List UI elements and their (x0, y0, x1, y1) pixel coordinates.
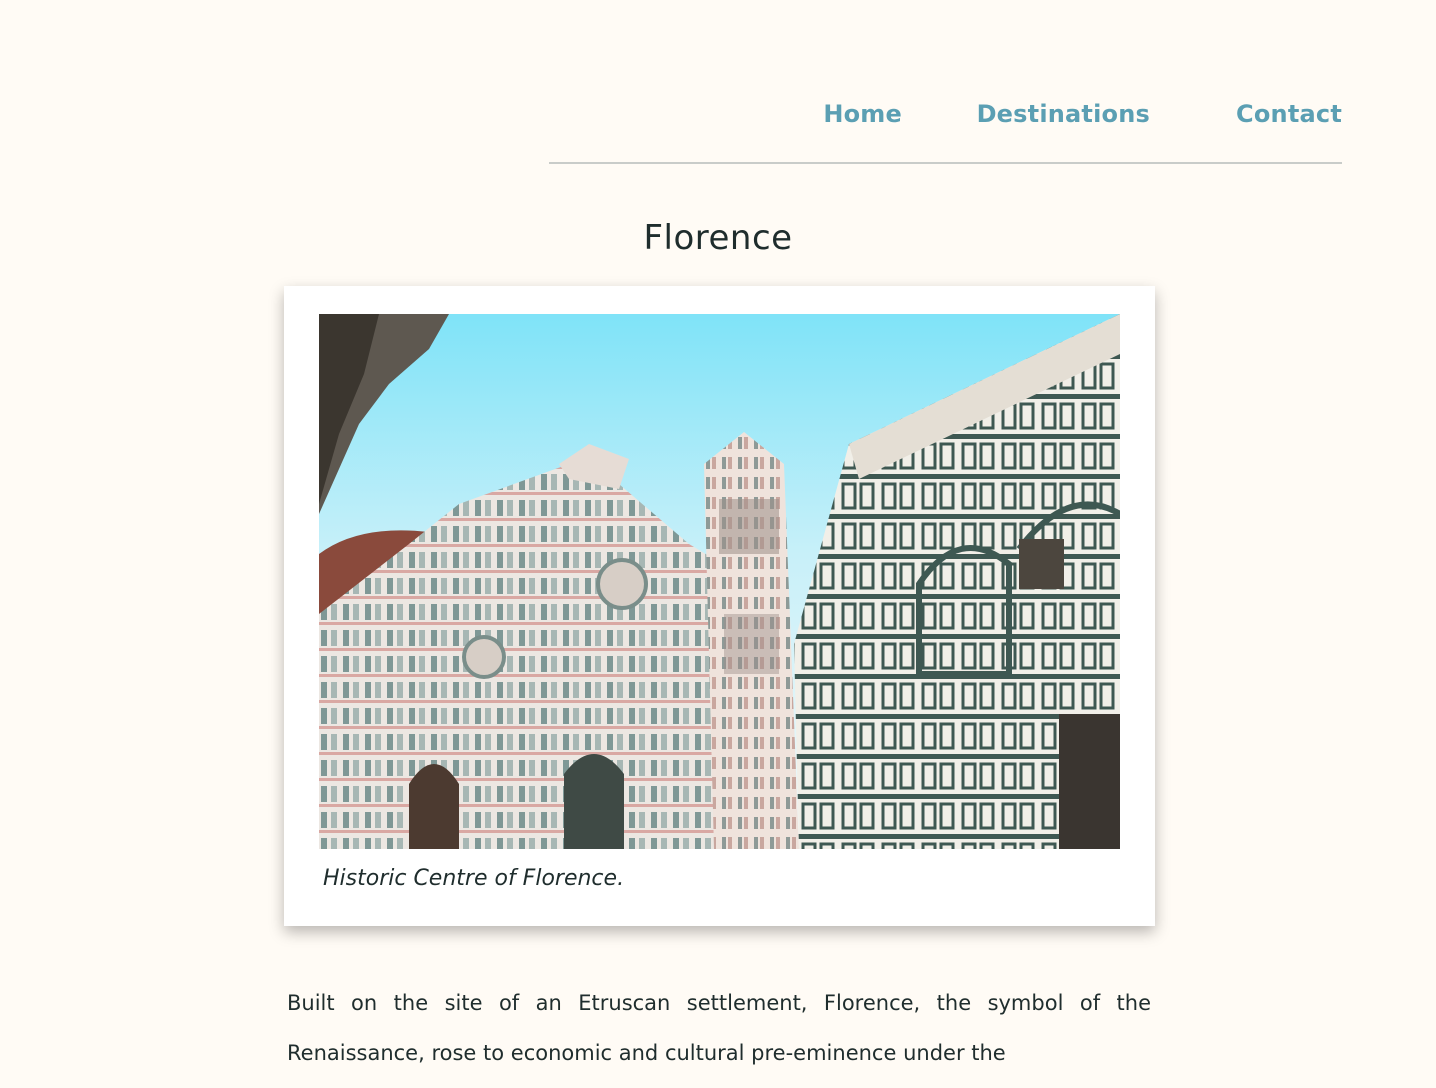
figure-card: Historic Centre of Florence. (284, 286, 1155, 926)
article-paragraph: Built on the site of an Etruscan settlem… (287, 991, 1151, 1065)
nav-link-contact[interactable]: Contact (1236, 100, 1342, 128)
figure-caption: Historic Centre of Florence. (323, 866, 625, 891)
page-title: Florence (643, 218, 793, 258)
page: Home Destinations Contact Florence Histo… (0, 0, 1436, 1088)
nav-link-destinations[interactable]: Destinations (977, 100, 1150, 128)
nav-link-home[interactable]: Home (823, 100, 902, 128)
florence-photo (319, 314, 1120, 849)
main-nav: Home Destinations Contact (549, 96, 1342, 164)
